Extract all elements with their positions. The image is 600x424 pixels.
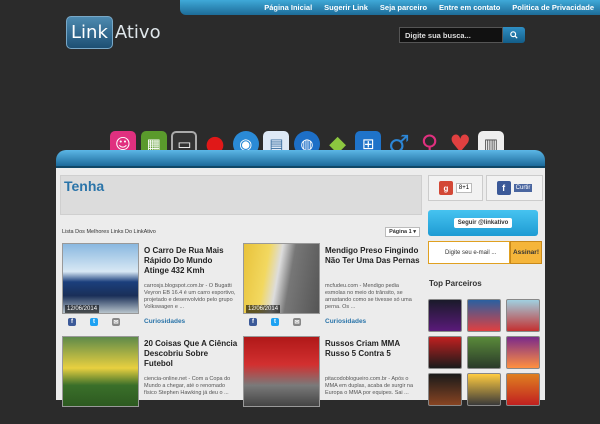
facebook-icon[interactable]: f	[68, 318, 76, 326]
google-plus-box: g 8+1	[428, 175, 483, 201]
search-button[interactable]	[503, 27, 525, 43]
twitter-follow-button[interactable]: Seguir @linkativo	[453, 218, 513, 228]
logo-ativo: Ativo	[114, 21, 161, 43]
search-input[interactable]: Digite sua busca...	[399, 27, 503, 43]
email-input[interactable]: Digite seu e-mail ...	[428, 241, 510, 264]
post-excerpt: pitacodoblogueiro.com.br - Após o MMA em…	[325, 376, 414, 396]
twitter-follow-box: Seguir @linkativo	[428, 210, 538, 236]
sidebar: g 8+1 f Curtir Seguir @linkativo Digite …	[426, 168, 545, 406]
partner-logo[interactable]	[506, 373, 540, 406]
social-row: g 8+1 f Curtir	[428, 175, 543, 201]
listing-caption: Lista Dos Melhores Links Do LinkAtivo	[62, 228, 156, 235]
subscribe-button[interactable]: Assinar!	[509, 241, 542, 264]
post-thumbnail[interactable]: 12/06/2014	[62, 243, 139, 314]
comment-icon[interactable]: ✉	[112, 318, 120, 326]
share-buttons: f t ✉	[68, 318, 120, 326]
google-plus-icon: g	[438, 181, 453, 195]
twitter-icon[interactable]: t	[90, 318, 98, 326]
partner-logo[interactable]	[467, 336, 501, 369]
post-card[interactable]: Russos Criam MMA Russo 5 Contra 5 pitaco…	[241, 333, 422, 424]
partners-title: Top Parceiros	[429, 279, 482, 288]
post-card[interactable]: 20 Coisas Que A Ciência Descobriu Sobre …	[60, 333, 241, 424]
post-category[interactable]: Curiosidades	[325, 318, 366, 325]
partner-logo[interactable]	[506, 299, 540, 332]
post-excerpt: ciencia-online.net - Com a Copa do Mundo…	[144, 376, 231, 396]
newsletter-form: Digite seu e-mail ... Assinar!	[428, 241, 542, 264]
post-thumbnail[interactable]	[62, 336, 139, 407]
post-date: 12/06/2014	[65, 305, 100, 313]
facebook-like-button[interactable]: Curtir	[513, 184, 533, 192]
post-title[interactable]: O Carro De Rua Mais Rápido Do Mundo Atin…	[144, 246, 239, 276]
post-excerpt: mcfudeu.com - Mendigo pedia esmolas no m…	[325, 283, 412, 310]
share-buttons: f t ✉	[249, 318, 301, 326]
post-date: 12/06/2014	[246, 305, 281, 313]
post-card[interactable]: 12/06/2014 O Carro De Rua Mais Rápido Do…	[60, 240, 241, 331]
search-icon	[510, 31, 518, 39]
partner-logo[interactable]	[428, 336, 462, 369]
logo-link: Link	[66, 15, 113, 49]
nav-privacy[interactable]: Politica de Privacidade	[512, 3, 594, 12]
content-top-bar	[56, 150, 545, 168]
post-title[interactable]: 20 Coisas Que A Ciência Descobriu Sobre …	[144, 339, 239, 369]
facebook-icon: f	[496, 181, 511, 195]
nav-home[interactable]: Página Inicial	[264, 3, 312, 12]
page-label: Página 1	[389, 228, 412, 235]
post-category[interactable]: Curiosidades	[144, 318, 185, 325]
nav-suggest-link[interactable]: Sugerir Link	[324, 3, 368, 12]
partners-grid	[428, 299, 543, 406]
facebook-box: f Curtir	[486, 175, 543, 201]
tenha-box: Tenha	[60, 175, 422, 215]
twitter-icon[interactable]: t	[271, 318, 279, 326]
page-selector[interactable]: Página 1 ▾	[385, 226, 420, 237]
post-excerpt: carrosjs.blogspot.com.br - O Bugatti Vey…	[144, 283, 236, 310]
partner-logo[interactable]	[506, 336, 540, 369]
post-thumbnail[interactable]: 12/06/2014	[243, 243, 320, 314]
facebook-icon[interactable]: f	[249, 318, 257, 326]
post-title[interactable]: Russos Criam MMA Russo 5 Contra 5	[325, 339, 420, 359]
post-title[interactable]: Mendigo Preso Fingindo Não Ter Uma Das P…	[325, 246, 420, 266]
partner-logo[interactable]	[467, 299, 501, 332]
partner-logo[interactable]	[467, 373, 501, 406]
post-card[interactable]: 12/06/2014 Mendigo Preso Fingindo Não Te…	[241, 240, 422, 331]
nav-partner[interactable]: Seja parceiro	[380, 3, 427, 12]
google-plus-button[interactable]: 8+1	[455, 183, 473, 193]
partner-logo[interactable]	[428, 299, 462, 332]
site-logo[interactable]: Link Ativo	[66, 12, 161, 52]
listing-bar: Lista Dos Melhores Links Do LinkAtivo Pá…	[60, 226, 422, 237]
comment-icon[interactable]: ✉	[293, 318, 301, 326]
tenha-title: Tenha	[64, 178, 105, 194]
main-content: Tenha Lista Dos Melhores Links Do LinkAt…	[56, 168, 426, 407]
top-navigation: Página Inicial Sugerir Link Seja parceir…	[180, 0, 600, 15]
nav-contact[interactable]: Entre em contato	[439, 3, 500, 12]
post-thumbnail[interactable]	[243, 336, 320, 407]
partner-logo[interactable]	[428, 373, 462, 406]
